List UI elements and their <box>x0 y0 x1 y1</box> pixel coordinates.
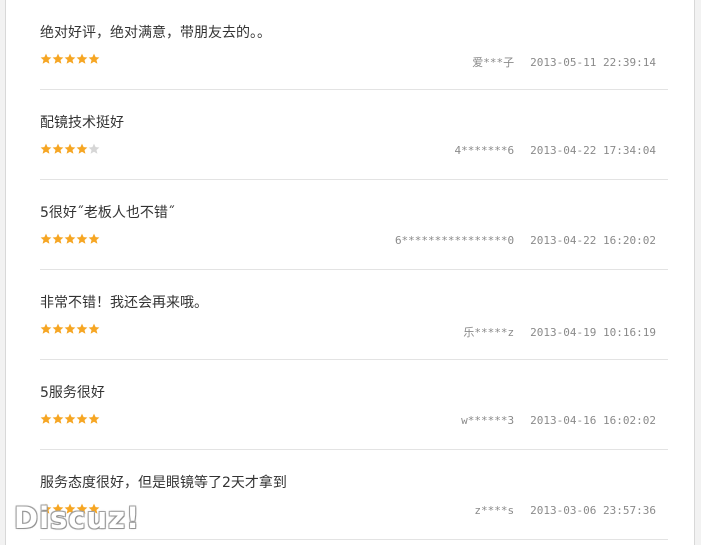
star-rating <box>40 323 100 336</box>
star-filled-icon <box>76 143 88 155</box>
star-filled-icon <box>52 323 64 335</box>
star-rating <box>40 413 100 426</box>
star-filled-icon <box>76 53 88 65</box>
review-item: 非常不错！我还会再来哦。 乐*****z 2013-04-19 10:16:19 <box>40 270 668 360</box>
star-rating <box>40 233 100 246</box>
review-item: 配镜技术挺好 4*******6 2013-04-22 17:34:04 <box>40 90 668 180</box>
star-filled-icon <box>52 233 64 245</box>
review-text: 绝对好评，绝对满意，带朋友去的。。 <box>40 25 271 41</box>
reviews-panel: 绝对好评，绝对满意，带朋友去的。。 爱***子 2013-05-11 22:39:… <box>5 0 695 545</box>
star-filled-icon <box>40 323 52 335</box>
reviewer-name: w******3 <box>461 414 515 427</box>
reviewer-name: z****s <box>474 504 515 517</box>
review-time: 2013-04-22 17:34:04 <box>530 144 656 157</box>
star-filled-icon <box>76 233 88 245</box>
star-rating <box>40 53 100 66</box>
review-text: 5服务很好 <box>40 385 105 401</box>
star-filled-icon <box>64 413 76 425</box>
star-filled-icon <box>52 413 64 425</box>
review-text: 非常不错！我还会再来哦。 <box>40 295 208 311</box>
star-filled-icon <box>88 53 100 65</box>
star-rating <box>40 143 100 156</box>
review-time: 2013-04-16 16:02:02 <box>530 414 656 427</box>
star-filled-icon <box>40 233 52 245</box>
star-filled-icon <box>40 413 52 425</box>
review-time: 2013-04-22 16:20:02 <box>530 234 656 247</box>
reviewer-name: 乐*****z <box>463 326 515 339</box>
star-filled-icon <box>64 323 76 335</box>
review-meta: 乐*****z 2013-04-19 10:16:19 <box>463 324 656 340</box>
review-item: 绝对好评，绝对满意，带朋友去的。。 爱***子 2013-05-11 22:39:… <box>40 0 668 90</box>
review-time: 2013-03-06 23:57:36 <box>530 504 656 517</box>
star-filled-icon <box>76 413 88 425</box>
review-text: 5很好˝老板人也不错˝ <box>40 205 175 221</box>
review-meta: 6****************0 2013-04-22 16:20:02 <box>395 234 656 247</box>
watermark-logo: Discuz! <box>14 501 141 535</box>
star-filled-icon <box>88 233 100 245</box>
review-text: 配镜技术挺好 <box>40 115 124 131</box>
reviewer-name: 6****************0 <box>394 234 515 247</box>
reviewer-name: 爱***子 <box>472 56 515 69</box>
star-filled-icon <box>64 143 76 155</box>
star-filled-icon <box>88 323 100 335</box>
review-meta: w******3 2013-04-16 16:02:02 <box>461 414 656 427</box>
review-item: 5很好˝老板人也不错˝ 6****************0 2013-04-22… <box>40 180 668 270</box>
star-empty-icon <box>88 143 100 155</box>
review-time: 2013-05-11 22:39:14 <box>530 56 656 69</box>
star-filled-icon <box>64 53 76 65</box>
review-time: 2013-04-19 10:16:19 <box>530 326 656 339</box>
reviewer-name: 4*******6 <box>454 144 515 157</box>
review-meta: 4*******6 2013-04-22 17:34:04 <box>455 144 656 157</box>
star-filled-icon <box>52 53 64 65</box>
star-filled-icon <box>64 233 76 245</box>
star-filled-icon <box>88 413 100 425</box>
star-filled-icon <box>52 143 64 155</box>
review-text: 服务态度很好，但是眼镜等了2天才拿到 <box>40 475 287 491</box>
review-item: 5服务很好 w******3 2013-04-16 16:02:02 <box>40 360 668 450</box>
star-filled-icon <box>40 143 52 155</box>
review-meta: z****s 2013-03-06 23:57:36 <box>474 504 656 517</box>
star-filled-icon <box>40 53 52 65</box>
review-meta: 爱***子 2013-05-11 22:39:14 <box>472 54 656 70</box>
star-filled-icon <box>76 323 88 335</box>
